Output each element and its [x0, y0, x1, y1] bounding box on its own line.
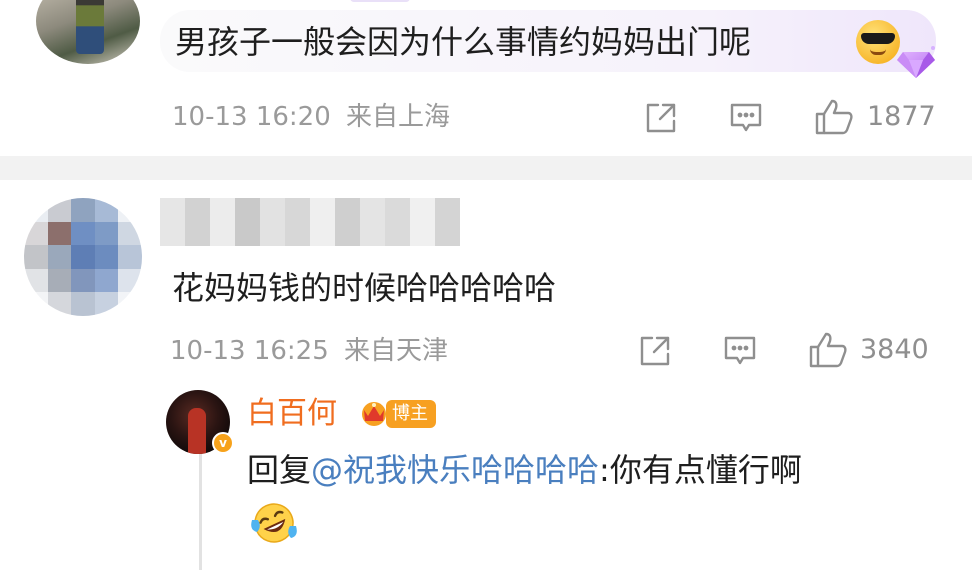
avatar[interactable] [36, 0, 140, 64]
avatar-blurred[interactable] [24, 198, 142, 316]
comment-text: 男孩子一般会因为什么事情约妈妈出门呢 [175, 23, 752, 61]
comment-divider [0, 156, 972, 180]
reply-username[interactable]: 白百何 [247, 394, 337, 434]
comment-location: 来自天津 [344, 336, 449, 366]
share-icon[interactable] [637, 333, 673, 369]
verified-badge-icon: v [212, 432, 234, 454]
like-count: 1877 [867, 101, 936, 132]
thumbs-up-icon[interactable] [808, 331, 848, 369]
like-count: 3840 [860, 334, 929, 365]
comment-time: 10-13 16:20 [172, 102, 331, 132]
comment-icon[interactable] [728, 100, 764, 136]
share-icon[interactable] [643, 100, 679, 136]
laughing-tears-emoji-icon [251, 503, 297, 543]
author-badge: 博主 [386, 400, 436, 428]
comment-location: 来自上海 [346, 102, 451, 132]
thumbs-up-icon[interactable] [814, 98, 854, 136]
top-badge-fragment [350, 0, 410, 2]
diamond-gem-icon [897, 46, 935, 78]
reply-text: 回复@祝我快乐哈哈哈哈:你有点懂行啊 [247, 448, 802, 492]
reply-prefix: 回复 [247, 451, 312, 489]
reply-separator: : [599, 451, 610, 489]
comment-icon[interactable] [722, 333, 758, 369]
cool-emoji-icon [856, 20, 900, 64]
reply-body: 你有点懂行啊 [609, 451, 802, 489]
reply-thread-line [199, 446, 202, 570]
username-blurred[interactable] [160, 198, 460, 246]
mention-link[interactable]: @祝我快乐哈哈哈哈 [311, 451, 599, 489]
comment-time: 10-13 16:25 [170, 336, 329, 366]
comment-text: 花妈妈钱的时候哈哈哈哈哈 [172, 269, 557, 307]
